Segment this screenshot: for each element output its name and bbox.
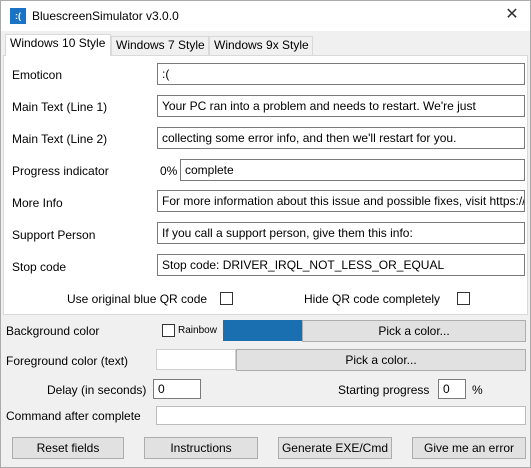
reset-fields-button[interactable]: Reset fields bbox=[12, 437, 124, 459]
hide-qr-label: Hide QR code completely bbox=[304, 292, 441, 306]
background-color-label: Background color bbox=[6, 324, 100, 338]
foreground-pick-color-button[interactable]: Pick a color... bbox=[236, 349, 526, 371]
tab-windows-9x[interactable]: Windows 9x Style bbox=[209, 36, 313, 55]
hide-qr-checkbox[interactable] bbox=[457, 292, 470, 305]
support-person-label: Support Person bbox=[12, 228, 96, 242]
stop-code-input[interactable]: Stop code: DRIVER_IRQL_NOT_LESS_OR_EQUAL bbox=[157, 254, 525, 276]
command-label: Command after complete bbox=[6, 409, 141, 423]
foreground-color-swatch bbox=[156, 349, 236, 370]
rainbow-label: Rainbow bbox=[178, 325, 217, 336]
support-person-input[interactable]: If you call a support person, give them … bbox=[157, 222, 525, 244]
tab-windows-7[interactable]: Windows 7 Style bbox=[111, 36, 209, 55]
starting-progress-label: Starting progress bbox=[338, 383, 430, 397]
delay-label: Delay (in seconds) bbox=[47, 383, 147, 397]
stop-code-label: Stop code bbox=[12, 260, 67, 274]
main-text-2-label: Main Text (Line 2) bbox=[12, 132, 108, 146]
app-window: :( BluescreenSimulator v3.0.0 ✕ Windows … bbox=[0, 0, 531, 468]
progress-text-input[interactable]: complete bbox=[180, 159, 525, 181]
original-qr-label: Use original blue QR code bbox=[67, 292, 208, 306]
rainbow-checkbox[interactable] bbox=[162, 324, 175, 337]
delay-input[interactable]: 0 bbox=[153, 379, 201, 399]
more-info-input[interactable]: For more information about this issue an… bbox=[157, 190, 525, 212]
command-input[interactable] bbox=[156, 406, 526, 425]
starting-progress-unit: % bbox=[472, 383, 483, 397]
emoticon-label: Emoticon bbox=[12, 68, 63, 82]
background-color-swatch bbox=[223, 320, 302, 341]
more-info-label: More Info bbox=[12, 196, 63, 210]
original-qr-checkbox[interactable] bbox=[220, 292, 233, 305]
starting-progress-input[interactable]: 0 bbox=[438, 379, 466, 399]
tab-panel-windows-10: Emoticon :( Main Text (Line 1) Your PC r… bbox=[3, 55, 528, 315]
give-me-an-error-button[interactable]: Give me an error bbox=[412, 437, 526, 459]
title-bar: :( BluescreenSimulator v3.0.0 ✕ bbox=[1, 1, 530, 31]
window-title: BluescreenSimulator v3.0.0 bbox=[32, 9, 179, 23]
emoticon-input[interactable]: :( bbox=[157, 63, 525, 85]
app-icon: :( bbox=[10, 8, 26, 24]
tab-windows-10[interactable]: Windows 10 Style bbox=[5, 34, 111, 56]
instructions-button[interactable]: Instructions bbox=[144, 437, 258, 459]
main-text-1-input[interactable]: Your PC ran into a problem and needs to … bbox=[157, 95, 525, 117]
main-text-2-input[interactable]: collecting some error info, and then we'… bbox=[157, 127, 525, 149]
progress-percent: 0% bbox=[160, 164, 178, 178]
generate-exe-button[interactable]: Generate EXE/Cmd bbox=[278, 437, 392, 459]
progress-indicator-label: Progress indicator bbox=[12, 164, 109, 178]
foreground-color-label: Foreground color (text) bbox=[6, 354, 129, 368]
close-icon[interactable]: ✕ bbox=[502, 5, 522, 25]
main-text-1-label: Main Text (Line 1) bbox=[12, 100, 108, 114]
background-pick-color-button[interactable]: Pick a color... bbox=[302, 320, 526, 342]
